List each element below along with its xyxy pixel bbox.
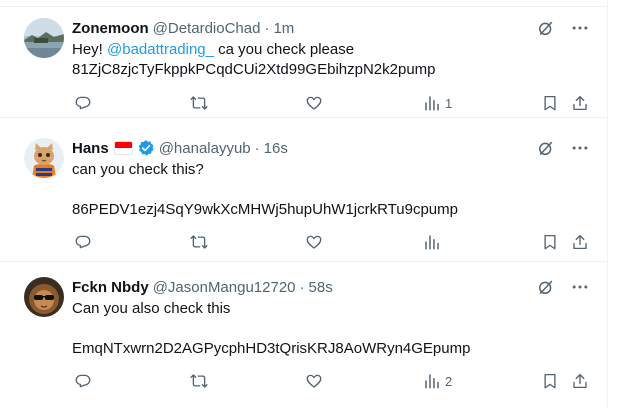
heart-icon <box>306 374 322 388</box>
mention-link[interactable]: @badattrading_ <box>107 41 214 58</box>
views-button[interactable] <box>423 232 445 252</box>
grok-icon[interactable] <box>536 18 556 38</box>
tweet-text: Hey! @badattrading_ ca you check please … <box>72 40 436 80</box>
tweet-header: Zonemoon @DetardioChad · 1m <box>72 18 294 38</box>
tweet-text: can you check this? 86PEDV1ezj4SqY9wkXcM… <box>72 160 458 220</box>
separator-dot: · <box>254 139 260 157</box>
bookmark-icon <box>544 95 556 111</box>
reply-icon <box>75 96 91 110</box>
share-button[interactable] <box>571 232 589 252</box>
views-count: 2 <box>445 373 453 389</box>
tweet-text: Can you also check this EmqNTxwrn2D2AGPy… <box>72 299 470 359</box>
tweet[interactable]: Hans @hanalayyub · 16s can you check thi… <box>0 125 607 262</box>
tweet[interactable]: Fckn Nbdy @JasonMangu12720 · 58s Can you… <box>0 265 607 408</box>
reply-icon <box>75 235 91 249</box>
bookmark-button[interactable] <box>541 93 559 113</box>
reply-icon <box>75 374 91 388</box>
avatar-lion-image <box>24 277 64 317</box>
like-button[interactable] <box>305 93 323 113</box>
display-name[interactable]: Fckn Nbdy <box>72 279 149 296</box>
reply-button[interactable] <box>74 232 92 252</box>
display-name[interactable]: Zonemoon <box>72 20 149 37</box>
avatar-landscape-image <box>24 18 64 58</box>
repost-icon <box>190 374 208 388</box>
timestamp[interactable]: 16s <box>264 140 288 157</box>
feed-right-border <box>607 0 608 408</box>
repost-button[interactable] <box>190 232 208 252</box>
views-button[interactable]: 2 <box>423 371 452 391</box>
tweet-line-1: Hey! @badattrading_ ca you check please <box>72 40 436 60</box>
like-button[interactable] <box>305 232 323 252</box>
bookmark-icon <box>544 234 556 250</box>
tweet-header: Fckn Nbdy @JasonMangu12720 · 58s <box>72 277 333 297</box>
share-button[interactable] <box>571 371 589 391</box>
tweet-feed: Zonemoon @DetardioChad · 1m Hey! @badatt… <box>0 0 607 408</box>
more-options-icon[interactable] <box>570 18 590 38</box>
repost-icon <box>190 235 208 249</box>
tweet-line-2: 81ZjC8zjcTyFkppkPCqdCUi2Xtd99GEbihzpN2k2… <box>72 61 436 78</box>
tweet-header: Hans @hanalayyub · 16s <box>72 138 288 158</box>
handle[interactable]: @DetardioChad <box>153 20 261 37</box>
more-options-icon[interactable] <box>570 138 590 158</box>
tweet[interactable]: Zonemoon @DetardioChad · 1m Hey! @badatt… <box>0 6 607 118</box>
avatar-cat-image <box>24 138 64 178</box>
text-prefix: Hey! <box>72 41 108 58</box>
reply-button[interactable] <box>74 93 92 113</box>
more-options-icon[interactable] <box>570 277 590 297</box>
display-name[interactable]: Hans <box>72 140 109 157</box>
verified-badge-icon[interactable] <box>137 139 155 157</box>
share-icon <box>573 95 587 111</box>
bookmark-button[interactable] <box>541 232 559 252</box>
heart-icon <box>306 235 322 249</box>
text-suffix: ca you check please <box>214 41 355 58</box>
tweet-top-icons <box>536 18 590 38</box>
tweet-line-2: 86PEDV1ezj4SqY9wkXcMHWj5hupUhW1jcrkRTu9c… <box>72 201 458 218</box>
repost-button[interactable] <box>190 371 208 391</box>
avatar[interactable] <box>24 18 64 58</box>
tweet-top-icons <box>536 138 590 158</box>
indonesia-flag-icon <box>113 141 133 155</box>
tweet-top-icons <box>536 277 590 297</box>
share-icon <box>573 234 587 250</box>
action-bar: 1 <box>72 93 592 113</box>
bookmark-button[interactable] <box>541 371 559 391</box>
timestamp[interactable]: 58s <box>309 279 333 296</box>
heart-icon <box>306 96 322 110</box>
repost-icon <box>190 96 208 110</box>
views-button[interactable]: 1 <box>423 93 452 113</box>
separator-dot: · <box>299 278 305 296</box>
tweet-line-1: can you check this? <box>72 161 204 178</box>
grok-icon[interactable] <box>536 138 556 158</box>
views-icon <box>425 235 439 250</box>
handle[interactable]: @hanalayyub <box>159 140 251 157</box>
bookmark-icon <box>544 373 556 389</box>
avatar[interactable] <box>24 138 64 178</box>
reply-button[interactable] <box>74 371 92 391</box>
action-bar: 2 <box>72 371 592 391</box>
share-button[interactable] <box>571 93 589 113</box>
views-icon <box>425 374 439 389</box>
tweet-line-1: Can you also check this <box>72 300 231 317</box>
like-button[interactable] <box>305 371 323 391</box>
share-icon <box>573 373 587 389</box>
tweet-line-2: EmqNTxwrn2D2AGPycphHD3tQrisKRJ8AoWRyn4GE… <box>72 340 471 357</box>
grok-icon[interactable] <box>536 277 556 297</box>
separator-dot: · <box>264 19 270 37</box>
repost-button[interactable] <box>190 93 208 113</box>
timestamp[interactable]: 1m <box>273 20 294 37</box>
views-count: 1 <box>445 95 453 111</box>
action-bar <box>72 232 592 252</box>
handle[interactable]: @JasonMangu12720 <box>153 279 296 296</box>
avatar[interactable] <box>24 277 64 317</box>
views-icon <box>425 96 439 111</box>
